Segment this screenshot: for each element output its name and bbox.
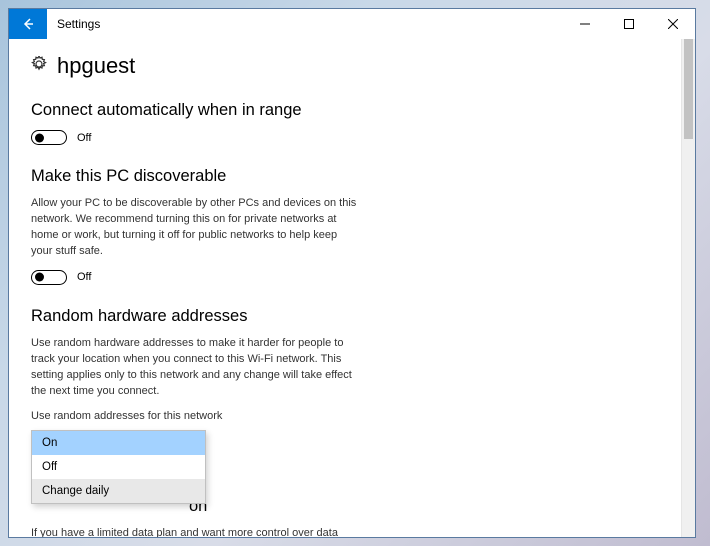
back-button[interactable] xyxy=(9,9,47,39)
arrow-left-icon xyxy=(20,16,36,32)
dropdown-option-change-daily[interactable]: Change daily xyxy=(32,479,205,503)
window-title: Settings xyxy=(47,9,563,39)
toggle-label: Off xyxy=(77,271,91,283)
dropdown-option-on[interactable]: On xyxy=(32,431,205,455)
page-title: hpguest xyxy=(57,53,135,79)
toggle-track xyxy=(31,270,67,285)
discoverable-toggle[interactable]: Off xyxy=(31,270,659,285)
section-title: Make this PC discoverable xyxy=(31,167,659,186)
content-wrap: hpguest Connect automatically when in ra… xyxy=(9,39,695,537)
section-metered: If you have a limited data plan and want… xyxy=(31,526,659,538)
section-title: Random hardware addresses xyxy=(31,307,659,326)
toggle-label: Off xyxy=(77,132,91,144)
section-auto-connect: Connect automatically when in range Off xyxy=(31,101,659,145)
dropdown-option-off[interactable]: Off xyxy=(32,455,205,479)
section-title: Connect automatically when in range xyxy=(31,101,659,120)
scrollbar[interactable] xyxy=(681,39,695,537)
auto-connect-toggle[interactable]: Off xyxy=(31,130,659,145)
settings-window: Settings hpguest Connect automatically w… xyxy=(8,8,696,538)
section-desc: Use random hardware addresses to make it… xyxy=(31,336,361,400)
close-button[interactable] xyxy=(651,9,695,39)
minimize-button[interactable] xyxy=(563,9,607,39)
maximize-button[interactable] xyxy=(607,9,651,39)
titlebar: Settings xyxy=(9,9,695,39)
scroll-thumb[interactable] xyxy=(684,39,693,139)
maximize-icon xyxy=(624,19,634,29)
minimize-icon xyxy=(580,19,590,29)
random-addresses-dropdown[interactable]: On Off Change daily xyxy=(31,430,206,504)
toggle-track xyxy=(31,130,67,145)
field-label: Use random addresses for this network xyxy=(31,410,659,422)
page-header: hpguest xyxy=(31,53,659,79)
content: hpguest Connect automatically when in ra… xyxy=(9,39,681,537)
section-random-hw: Random hardware addresses Use random har… xyxy=(31,307,659,504)
gear-icon xyxy=(31,56,47,77)
close-icon xyxy=(668,19,678,29)
window-controls xyxy=(563,9,695,39)
section-discoverable: Make this PC discoverable Allow your PC … xyxy=(31,167,659,285)
section-desc: If you have a limited data plan and want… xyxy=(31,526,361,538)
toggle-thumb xyxy=(35,273,44,282)
toggle-thumb xyxy=(35,133,44,142)
section-desc: Allow your PC to be discoverable by othe… xyxy=(31,196,361,260)
